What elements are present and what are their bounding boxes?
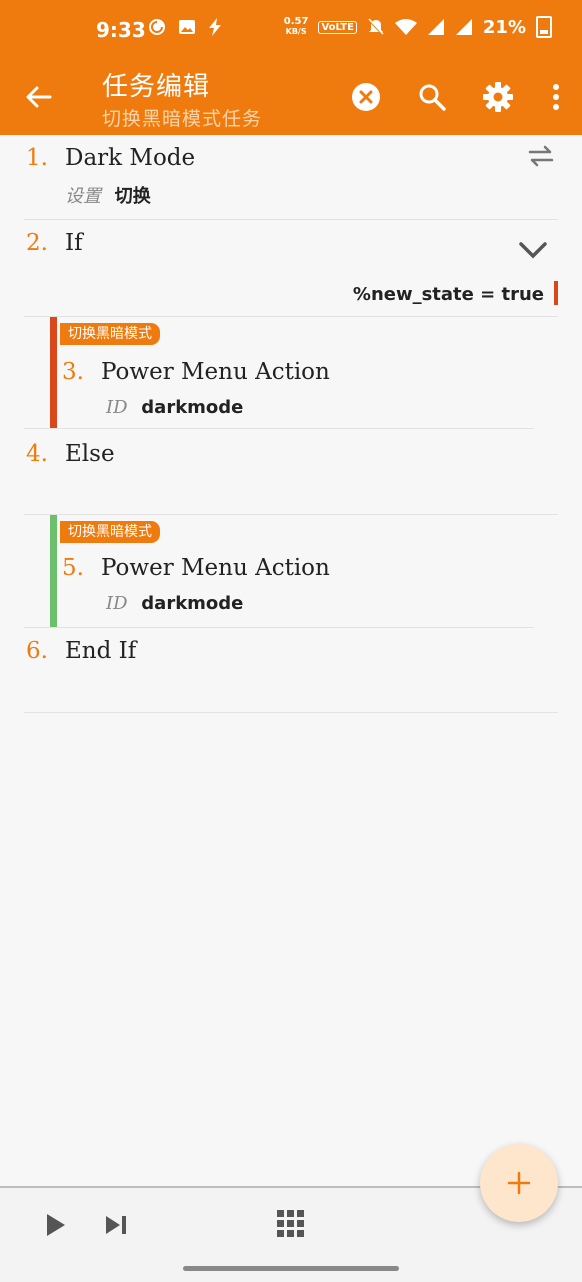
plus-icon [507,1171,531,1195]
action-row-3[interactable]: 切换黑暗模式 3. Power Menu Action ID darkmode [0,317,558,429]
play-button[interactable] [44,1212,68,1242]
search-button[interactable] [414,79,450,115]
add-action-button[interactable] [480,1144,558,1222]
swap-icon [528,145,554,167]
status-right-icons: 0.57 KB/S VoLTE 21% [284,16,552,38]
battery-icon [536,16,552,38]
param-value: 切换 [114,186,151,207]
page-subtitle: 切换黑暗模式任务 [102,108,263,130]
action-name: Power Menu Action [101,555,330,581]
action-row-4[interactable]: 4. Else [24,429,558,515]
action-name: End If [65,638,137,664]
action-row-5[interactable]: 切换黑暗模式 5. Power Menu Action ID darkmode [0,515,558,628]
flash-icon [209,18,221,36]
action-row-6[interactable]: 6. End If [24,628,558,713]
search-icon [419,84,446,111]
action-param: ID darkmode [106,593,243,614]
if-condition: %new_state = true [352,284,544,305]
grid-icon [277,1210,304,1237]
battery-percent: 21% [482,16,526,38]
settings-gear-icon [483,82,513,112]
action-number: 6. [26,638,48,664]
signal-2-icon [455,19,472,35]
cancel-circle-icon [352,83,380,111]
step-button[interactable] [104,1214,128,1240]
cancel-button[interactable] [348,79,384,115]
sync-icon [149,19,165,35]
gesture-nav-handle[interactable] [183,1266,399,1271]
app-bar: 任务编辑 切换黑暗模式任务 [0,62,582,135]
grid-button[interactable] [277,1210,305,1242]
action-name: Else [65,441,115,467]
wifi-icon [394,19,417,35]
if-block-bar [50,317,57,429]
param-label: ID [106,397,128,418]
else-block-bar [50,515,57,628]
action-number: 5. [62,555,84,581]
action-name: Dark Mode [65,145,196,171]
mute-bell-icon [368,18,384,36]
action-param: ID darkmode [106,397,243,418]
appbar-actions [348,79,566,115]
param-label: 设置 [65,186,101,207]
action-list: 1. Dark Mode 设置 切换 2. If %new_state = tr… [0,135,582,713]
back-button[interactable] [22,80,56,114]
play-icon [47,1214,65,1236]
action-number: 1. [26,145,48,171]
signal-icon [427,19,444,35]
more-options-button[interactable] [546,79,566,115]
chevron-down-icon [519,242,547,259]
net-speed: 0.57 KB/S [283,16,309,37]
param-value: darkmode [141,397,244,418]
more-vert-icon [553,84,559,110]
status-time: 9:33 [96,18,146,42]
back-arrow-icon [26,86,52,108]
action-name: If [65,230,83,256]
block-label: 切换黑暗模式 [60,323,160,345]
param-label: ID [106,593,128,614]
condition-marker [554,281,558,305]
settings-button[interactable] [480,79,516,115]
status-bar: 9:33 0.57 KB/S VoLTE 21% [0,0,582,62]
swap-button[interactable] [528,145,554,171]
action-number: 3. [62,359,84,385]
param-value: darkmode [141,593,244,614]
action-param: 设置 切换 [65,182,151,208]
image-icon [179,20,195,34]
action-row-2[interactable]: 2. If %new_state = true [24,220,558,317]
block-label: 切换黑暗模式 [60,521,160,543]
action-number: 2. [26,230,48,256]
action-row-1[interactable]: 1. Dark Mode 设置 切换 [24,135,558,220]
volte-badge: VoLTE [318,20,357,34]
notification-icons [148,18,222,36]
skip-next-icon [106,1216,126,1234]
action-number: 4. [26,441,48,467]
expand-button[interactable] [518,240,548,264]
page-title: 任务编辑 [102,72,211,102]
action-name: Power Menu Action [101,359,330,385]
